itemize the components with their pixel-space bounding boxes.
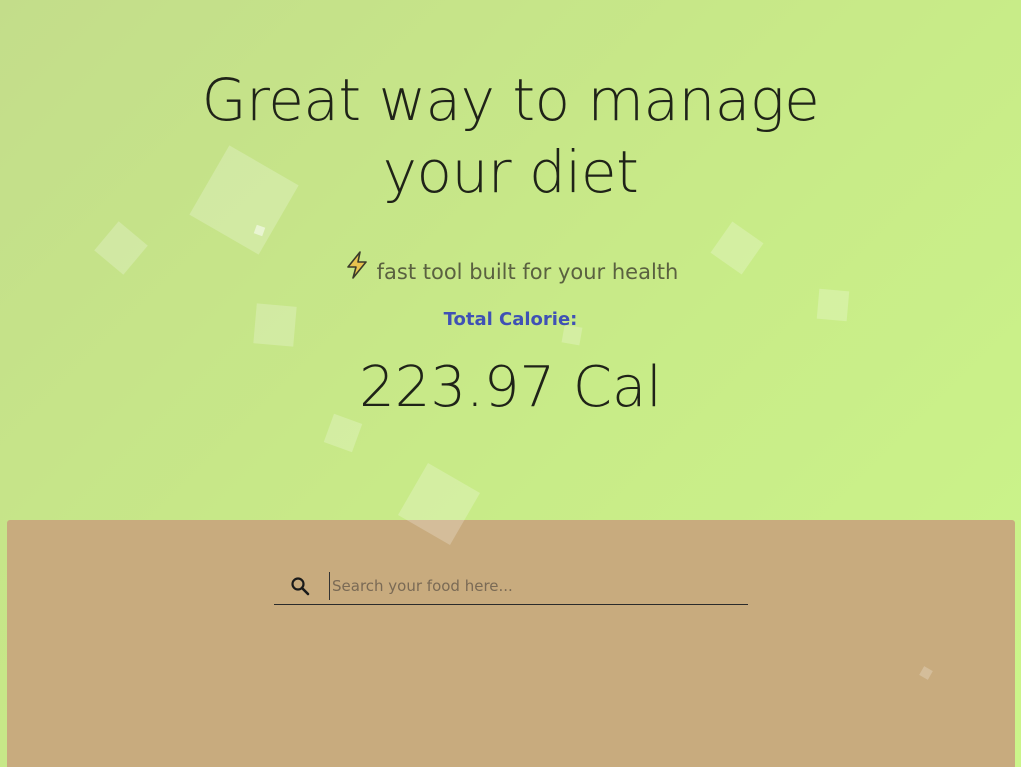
search-input[interactable]: [329, 572, 742, 600]
tagline: fast tool built for your health: [0, 250, 1021, 294]
total-calorie-label: Total Calorie:: [443, 309, 578, 330]
lightning-bolt-icon: [343, 250, 371, 292]
title-line-2: your diet: [382, 138, 639, 206]
search-icon[interactable]: [290, 576, 310, 596]
decor-square: [253, 224, 266, 237]
search-bar: [274, 568, 748, 605]
page-title: Great way to manage your diet: [0, 64, 1021, 208]
tagline-text: fast tool built for your health: [376, 260, 679, 284]
title-line-1: Great way to manage: [201, 66, 820, 134]
food-search-panel: [7, 520, 1015, 767]
total-calorie-value: 223.97 Cal: [359, 355, 662, 420]
